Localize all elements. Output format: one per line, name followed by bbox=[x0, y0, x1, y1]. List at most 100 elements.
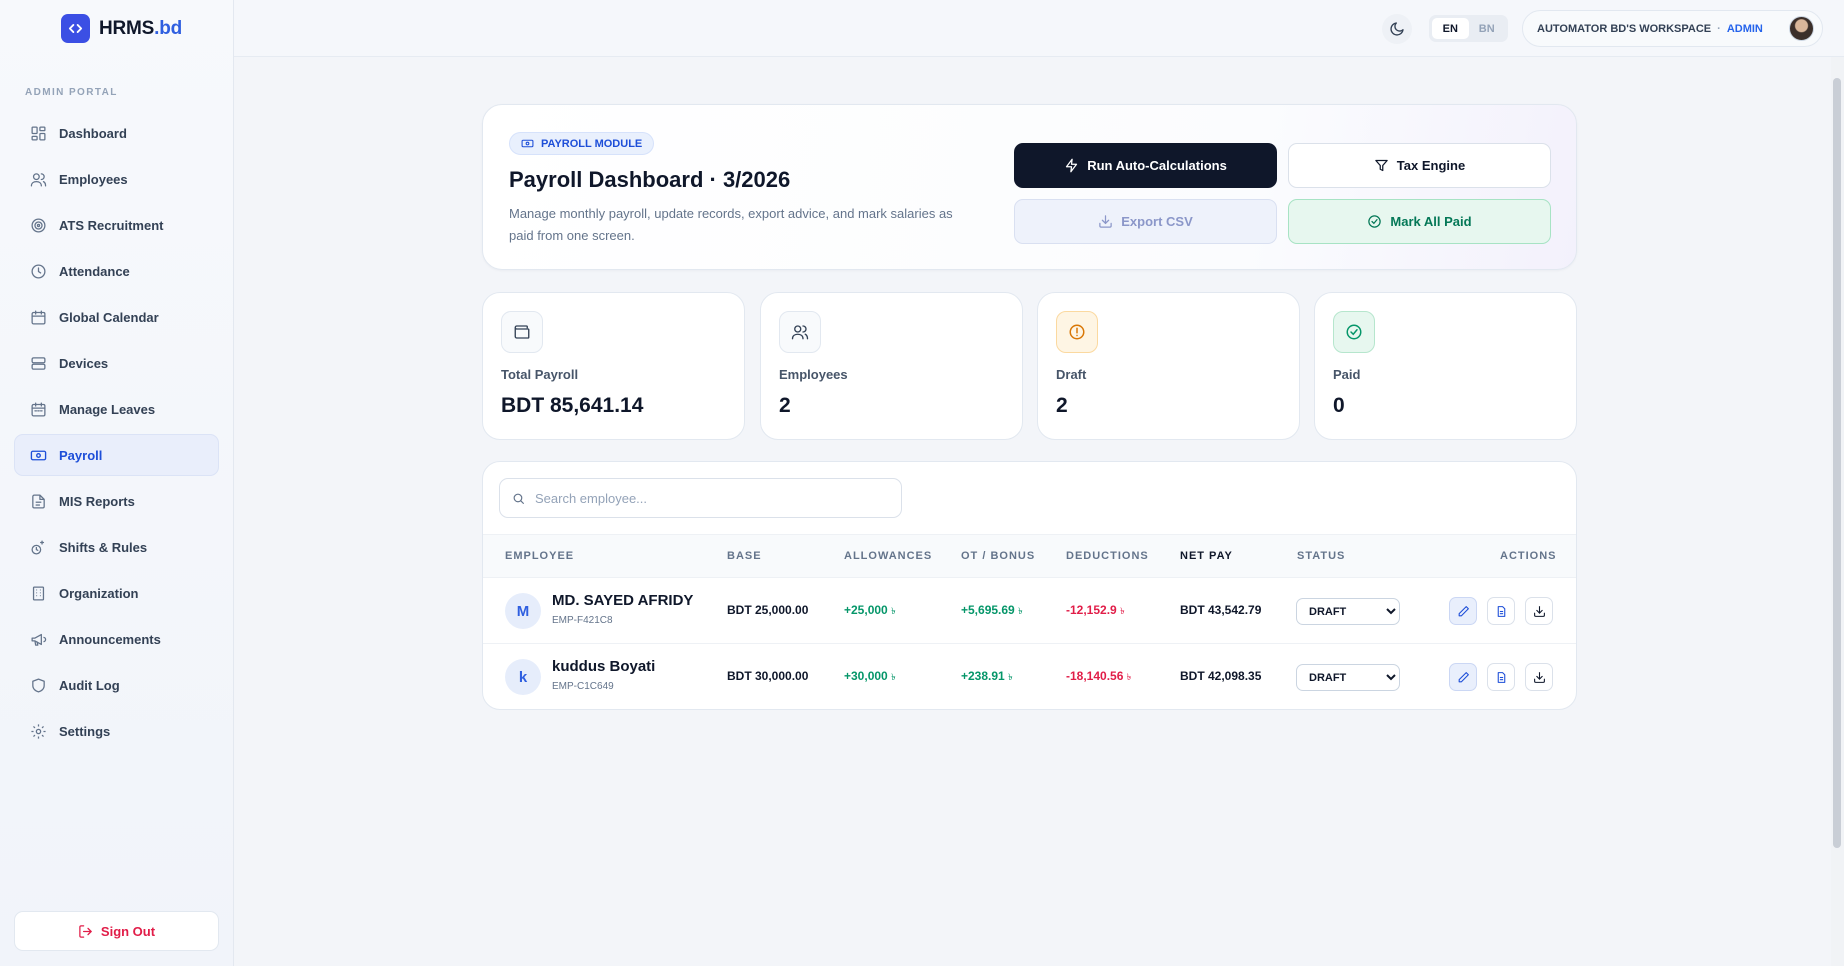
sidebar-item-label: ATS Recruitment bbox=[59, 217, 164, 233]
server-icon bbox=[31, 356, 46, 370]
sidebar-item-attendance[interactable]: Attendance bbox=[14, 250, 219, 292]
lang-en-button[interactable]: EN bbox=[1432, 18, 1469, 39]
pencil-icon bbox=[1458, 671, 1469, 682]
sidebar-item-settings[interactable]: Settings bbox=[14, 710, 219, 752]
column-header-status: STATUS bbox=[1297, 550, 1346, 562]
allowances-value: +25,000 ৳ bbox=[844, 603, 896, 617]
edit-button[interactable] bbox=[1449, 663, 1477, 691]
users-icon bbox=[30, 172, 47, 187]
edit-button[interactable] bbox=[1449, 597, 1477, 625]
sidebar-item-ats-recruitment[interactable]: ATS Recruitment bbox=[14, 204, 219, 246]
rules-icon bbox=[31, 539, 45, 555]
shield-icon bbox=[32, 677, 45, 693]
sidebar-item-label: Payroll bbox=[59, 447, 103, 463]
dashboard-icon bbox=[31, 125, 46, 141]
column-header-actions: ACTIONS bbox=[1500, 550, 1557, 562]
alert-circle-icon bbox=[1056, 311, 1098, 353]
employee-avatar: k bbox=[505, 659, 541, 695]
sidebar-item-audit-log[interactable]: Audit Log bbox=[14, 664, 219, 706]
payslip-button[interactable] bbox=[1487, 597, 1515, 625]
theme-toggle-button[interactable] bbox=[1382, 14, 1412, 44]
sidebar-item-label: Dashboard bbox=[59, 125, 127, 141]
stat-label: Paid bbox=[1333, 367, 1361, 382]
stat-card-draft: Draft 2 bbox=[1037, 292, 1300, 440]
payroll-table-card: EMPLOYEE BASE ALLOWANCES OT / BONUS DEDU… bbox=[482, 461, 1577, 710]
calendar-icon bbox=[31, 309, 46, 325]
ot-bonus-value: +238.91 ৳ bbox=[961, 669, 1013, 683]
download-button[interactable] bbox=[1525, 663, 1553, 691]
banknote-icon bbox=[521, 139, 534, 148]
sidebar-item-payroll[interactable]: Payroll bbox=[14, 434, 219, 476]
column-header-allowances: ALLOWANCES bbox=[844, 550, 933, 562]
workspace-menu[interactable]: AUTOMATOR BD'S WORKSPACE · ADMIN bbox=[1522, 10, 1823, 47]
column-header-employee: EMPLOYEE bbox=[505, 550, 575, 562]
base-salary: BDT 30,000.00 bbox=[727, 669, 809, 683]
status-select[interactable]: DRAFT bbox=[1296, 598, 1400, 625]
user-role: ADMIN bbox=[1726, 22, 1763, 35]
logo[interactable]: HRMS.bd bbox=[61, 14, 182, 43]
check-circle-icon bbox=[1368, 215, 1382, 228]
stat-value: 2 bbox=[779, 394, 791, 417]
column-header-base: BASE bbox=[727, 550, 762, 562]
pencil-icon bbox=[1458, 605, 1469, 616]
sidebar-item-global-calendar[interactable]: Global Calendar bbox=[14, 296, 219, 338]
stat-value: 2 bbox=[1056, 394, 1068, 417]
export-csv-label: Export CSV bbox=[1121, 214, 1193, 229]
sidebar-item-shifts-rules[interactable]: Shifts & Rules bbox=[14, 526, 219, 568]
base-salary: BDT 25,000.00 bbox=[727, 603, 809, 617]
sign-out-button[interactable]: Sign Out bbox=[14, 911, 219, 951]
sidebar-item-devices[interactable]: Devices bbox=[14, 342, 219, 384]
run-auto-calculations-button[interactable]: Run Auto-Calculations bbox=[1014, 143, 1277, 188]
sidebar-item-mis-reports[interactable]: MIS Reports bbox=[14, 480, 219, 522]
search-icon bbox=[513, 493, 524, 504]
net-pay-value: BDT 43,542.79 bbox=[1180, 603, 1262, 617]
module-badge: PAYROLL MODULE bbox=[509, 132, 655, 155]
lang-bn-button[interactable]: BN bbox=[1469, 18, 1506, 39]
tax-engine-button[interactable]: Tax Engine bbox=[1288, 143, 1551, 188]
sidebar-item-label: Announcements bbox=[59, 631, 161, 647]
sidebar-item-label: Attendance bbox=[59, 263, 130, 279]
sidebar-item-label: Employees bbox=[59, 171, 128, 187]
language-toggle: EN BN bbox=[1429, 15, 1508, 42]
download-button[interactable] bbox=[1525, 597, 1553, 625]
search-box bbox=[499, 478, 902, 518]
employee-name[interactable]: kuddus Boyati bbox=[552, 658, 655, 675]
top-bar: EN BN AUTOMATOR BD'S WORKSPACE · ADMIN bbox=[234, 0, 1844, 57]
sidebar-item-label: Devices bbox=[59, 355, 109, 371]
sidebar-item-dashboard[interactable]: Dashboard bbox=[14, 112, 219, 154]
sidebar-item-label: Audit Log bbox=[59, 677, 120, 693]
check-circle-icon bbox=[1333, 311, 1375, 353]
mark-all-paid-button[interactable]: Mark All Paid bbox=[1288, 199, 1551, 244]
ot-bonus-value: +5,695.69 ৳ bbox=[961, 603, 1023, 617]
sidebar-item-employees[interactable]: Employees bbox=[14, 158, 219, 200]
employee-name[interactable]: MD. SAYED AFRIDY bbox=[552, 592, 693, 609]
table-header: EMPLOYEE BASE ALLOWANCES OT / BONUS DEDU… bbox=[483, 534, 1576, 578]
sidebar-item-manage-leaves[interactable]: Manage Leaves bbox=[14, 388, 219, 430]
export-csv-button[interactable]: Export CSV bbox=[1014, 199, 1277, 244]
sign-out-label: Sign Out bbox=[100, 923, 156, 939]
column-header-deductions: DEDUCTIONS bbox=[1066, 550, 1149, 562]
run-auto-calculations-label: Run Auto-Calculations bbox=[1087, 158, 1227, 173]
sidebar-item-label: Settings bbox=[59, 723, 111, 739]
stat-card-total-payroll: Total Payroll BDT 85,641.14 bbox=[482, 292, 745, 440]
building-icon bbox=[32, 585, 45, 601]
payslip-button[interactable] bbox=[1487, 663, 1515, 691]
status-select[interactable]: DRAFT bbox=[1296, 664, 1400, 691]
stat-card-employees: Employees 2 bbox=[760, 292, 1023, 440]
scrollbar-thumb[interactable] bbox=[1833, 78, 1841, 848]
column-header-ot-bonus: OT / BONUS bbox=[961, 550, 1036, 562]
sidebar-item-announcements[interactable]: Announcements bbox=[14, 618, 219, 660]
users-icon bbox=[779, 311, 821, 353]
stat-value: BDT 85,641.14 bbox=[501, 394, 644, 417]
avatar[interactable] bbox=[1789, 16, 1814, 41]
search-input[interactable] bbox=[535, 490, 875, 506]
table-row: k kuddus Boyati EMP-C1C649 BDT 30,000.00… bbox=[483, 644, 1576, 709]
sidebar-item-organization[interactable]: Organization bbox=[14, 572, 219, 614]
document-icon bbox=[1497, 671, 1505, 683]
payroll-header-card: PAYROLL MODULE Payroll Dashboard · 3/202… bbox=[482, 104, 1577, 270]
employee-id: EMP-F421C8 bbox=[552, 615, 613, 626]
filter-icon bbox=[1375, 159, 1388, 172]
workspace-name: AUTOMATOR BD'S WORKSPACE bbox=[1537, 22, 1712, 35]
gear-icon bbox=[31, 723, 46, 739]
employee-id: EMP-C1C649 bbox=[552, 681, 614, 692]
